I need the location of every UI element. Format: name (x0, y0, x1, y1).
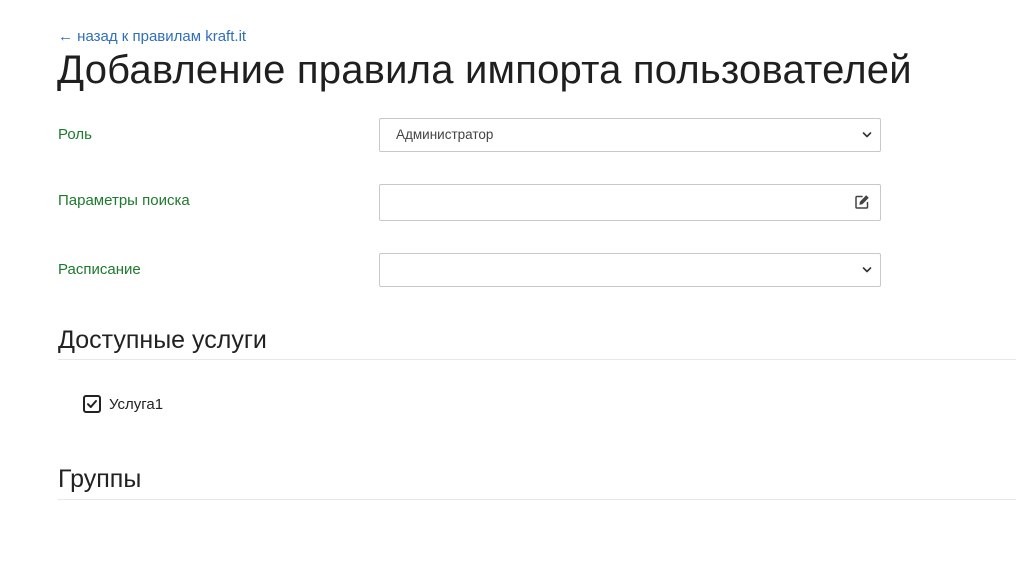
role-select[interactable]: Администратор (379, 118, 881, 152)
role-row: Роль Администратор (58, 118, 884, 152)
section-divider (58, 499, 1016, 500)
schedule-label: Расписание (58, 261, 141, 278)
schedule-select[interactable] (379, 253, 881, 287)
chevron-down-icon (862, 267, 872, 273)
search-params-row: Параметры поиска (58, 184, 884, 221)
chevron-down-icon (862, 132, 872, 138)
page: ← назад к правилам kraft.it Добавление п… (0, 0, 1016, 563)
search-params-label: Параметры поиска (58, 192, 190, 209)
service-label: Услуга1 (109, 396, 164, 413)
page-title: Добавление правила импорта пользователей (57, 48, 912, 92)
role-label: Роль (58, 126, 92, 143)
section-divider (58, 359, 1016, 360)
schedule-row: Расписание (58, 253, 884, 287)
services-section-title: Доступные услуги (58, 326, 267, 354)
edit-icon[interactable] (854, 194, 870, 210)
checkmark-icon (87, 400, 97, 408)
search-params-field[interactable] (379, 184, 881, 221)
role-select-value: Администратор (396, 127, 494, 142)
groups-section-title: Группы (58, 465, 142, 493)
service-checkbox[interactable] (83, 395, 101, 413)
